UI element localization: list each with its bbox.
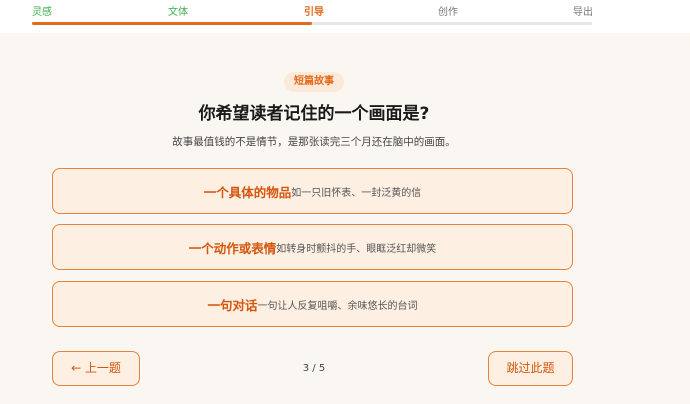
question-title: 你希望读者记住的一个画面是? — [198, 104, 430, 124]
option-title: 一个具体的物品 — [203, 184, 292, 200]
option-title: 一个动作或表情 — [188, 240, 277, 256]
step-export[interactable]: 导出 — [573, 6, 593, 20]
step-inspiration[interactable]: 灵感 — [32, 6, 52, 20]
step-genre[interactable]: 文体 — [168, 6, 188, 20]
progress-track — [32, 22, 592, 25]
option-object[interactable]: 一个具体的物品 如一只旧怀表、一封泛黄的信 — [52, 168, 573, 214]
option-dialogue[interactable]: 一句对话 一句让人反复咀嚼、余味悠长的台词 — [52, 281, 573, 327]
progress-header: 灵感 文体 引导 创作 导出 — [0, 0, 690, 33]
option-desc: 如一只旧怀表、一封泛黄的信 — [291, 187, 422, 199]
progress-fill — [32, 22, 312, 25]
genre-badge: 短篇故事 — [284, 72, 344, 92]
option-desc: 一句让人反复咀嚼、余味悠长的台词 — [257, 300, 418, 312]
option-title: 一句对话 — [207, 297, 258, 313]
skip-question-button[interactable]: 跳过此题 — [488, 351, 573, 386]
step-create[interactable]: 创作 — [438, 6, 458, 20]
step-labels: 灵感 文体 引导 创作 导出 — [32, 6, 593, 20]
option-action[interactable]: 一个动作或表情 如转身时颤抖的手、眼眶泛红却微笑 — [52, 224, 573, 270]
question-subtitle: 故事最值钱的不是情节，是那张读完三个月还在脑中的画面。 — [172, 136, 456, 148]
prev-question-button[interactable]: ← 上一题 — [52, 351, 140, 386]
page-indicator: 3 / 5 — [302, 363, 326, 374]
step-guide[interactable]: 引导 — [304, 6, 324, 20]
option-desc: 如转身时颤抖的手、眼眶泛红却微笑 — [276, 243, 437, 255]
